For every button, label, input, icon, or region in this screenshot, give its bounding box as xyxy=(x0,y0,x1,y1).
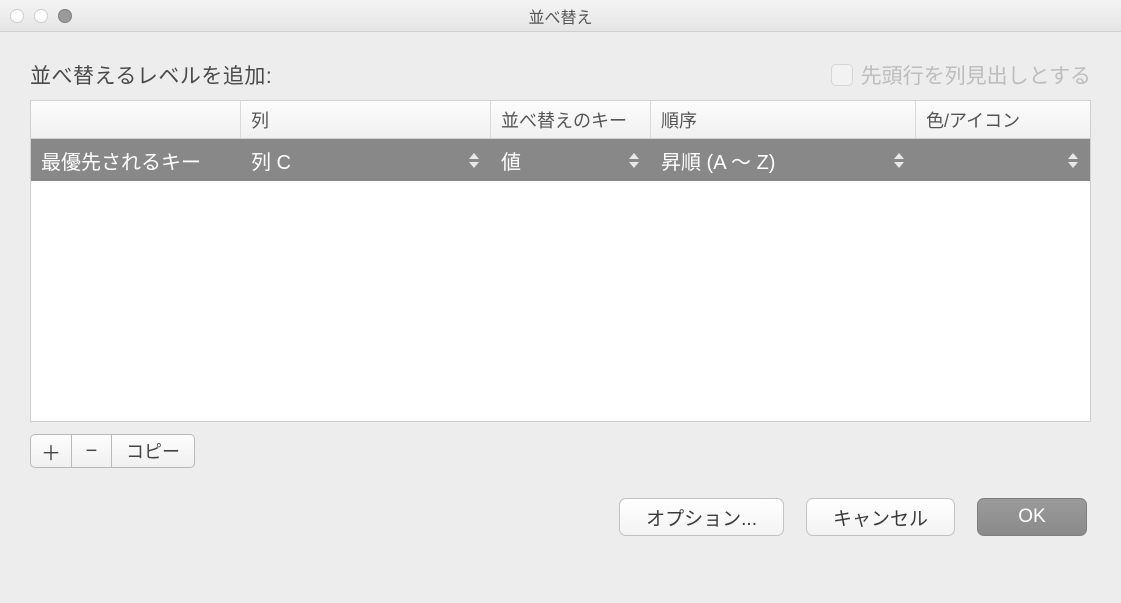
window-title: 並べ替え xyxy=(0,4,1121,28)
dialog-footer: オプション... キャンセル OK xyxy=(30,498,1091,536)
col-sort-key[interactable]: 並べ替えのキー xyxy=(491,101,651,138)
cancel-button[interactable]: キャンセル xyxy=(806,498,955,536)
table-header: 列 並べ替えのキー 順序 色/アイコン xyxy=(31,101,1090,139)
chevron-updown-icon xyxy=(627,150,641,170)
row-coloricon-select[interactable] xyxy=(916,139,1090,181)
col-level[interactable] xyxy=(31,101,241,138)
chevron-updown-icon xyxy=(892,150,906,170)
sort-table: 列 並べ替えのキー 順序 色/アイコン 最優先されるキー 列 C 値 昇順 (A xyxy=(30,100,1091,422)
chevron-updown-icon xyxy=(467,150,481,170)
header-row-checkbox-label: 先頭行を列見出しとする xyxy=(861,60,1091,90)
ok-button[interactable]: OK xyxy=(977,498,1087,536)
col-order[interactable]: 順序 xyxy=(651,101,916,138)
row-order-select[interactable]: 昇順 (A 〜 Z) xyxy=(651,139,916,181)
header-row-checkbox-group[interactable]: 先頭行を列見出しとする xyxy=(831,60,1091,90)
row-level: 最優先されるキー xyxy=(31,139,241,181)
table-row[interactable]: 最優先されるキー 列 C 値 昇順 (A 〜 Z) xyxy=(31,139,1090,181)
remove-level-button[interactable]: − xyxy=(72,434,112,468)
table-body: 最優先されるキー 列 C 値 昇順 (A 〜 Z) xyxy=(31,139,1090,421)
checkbox-icon[interactable] xyxy=(831,64,853,86)
col-column[interactable]: 列 xyxy=(241,101,491,138)
level-toolbar: ＋ − コピー xyxy=(30,434,1091,468)
titlebar: 並べ替え xyxy=(0,0,1121,32)
dialog-content: 並べ替えるレベルを追加: 先頭行を列見出しとする 列 並べ替えのキー 順序 色/… xyxy=(0,32,1121,556)
chevron-updown-icon xyxy=(1066,150,1080,170)
row-column-select[interactable]: 列 C xyxy=(241,139,491,181)
options-button[interactable]: オプション... xyxy=(619,498,784,536)
col-color-icon[interactable]: 色/アイコン xyxy=(916,101,1090,138)
copy-level-button[interactable]: コピー xyxy=(112,434,195,468)
header-row: 並べ替えるレベルを追加: 先頭行を列見出しとする xyxy=(30,60,1091,90)
add-level-label: 並べ替えるレベルを追加: xyxy=(30,60,272,90)
row-sortkey-select[interactable]: 値 xyxy=(491,139,651,181)
add-level-button[interactable]: ＋ xyxy=(30,434,72,468)
